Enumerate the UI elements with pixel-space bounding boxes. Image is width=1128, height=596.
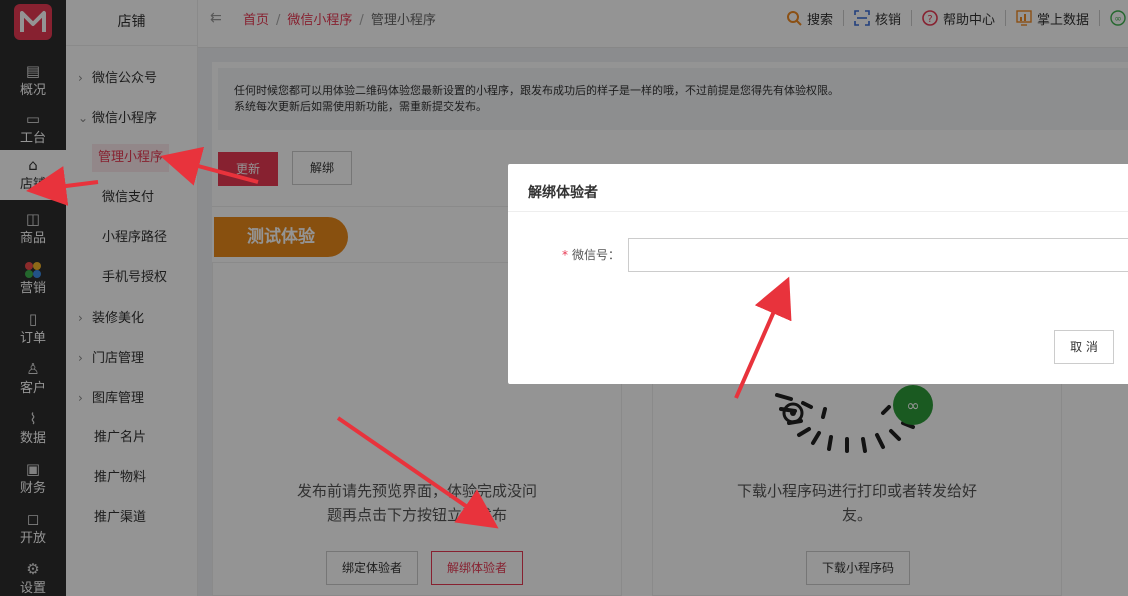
- required-mark: *: [562, 248, 568, 262]
- dialog-title: 解绑体验者: [508, 164, 1128, 212]
- wechat-id-label-text: 微信号：: [572, 248, 621, 262]
- cancel-button[interactable]: 取 消: [1054, 330, 1114, 364]
- wechat-id-input[interactable]: [628, 238, 1128, 272]
- unbind-tester-dialog: 解绑体验者 * 微信号： 取 消: [508, 164, 1128, 384]
- wechat-id-label: * 微信号：: [562, 246, 620, 263]
